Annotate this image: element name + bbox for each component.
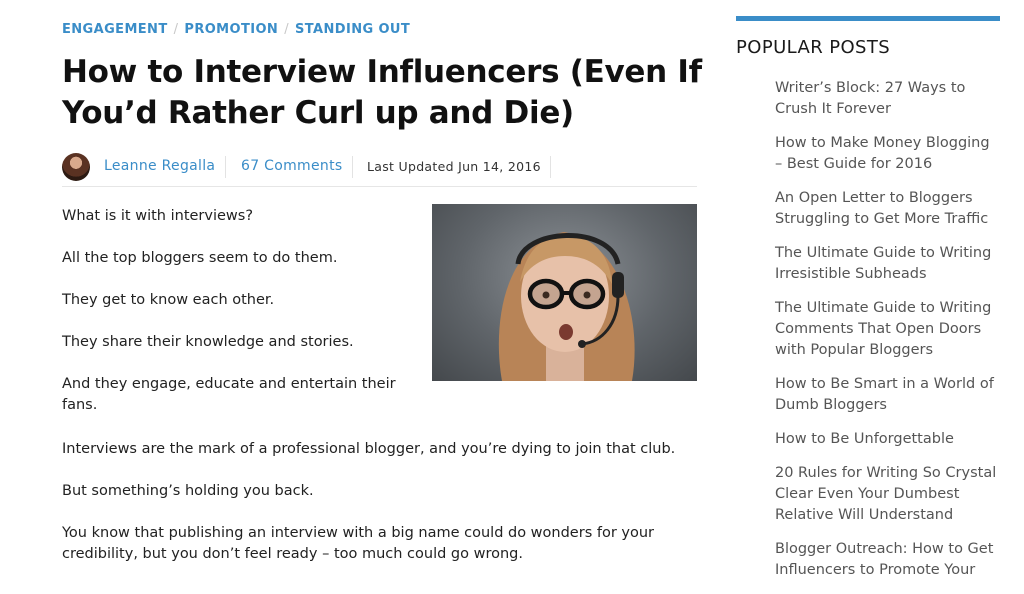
meta-divider: [550, 156, 551, 178]
article-paragraph: What is it with interviews?: [62, 208, 254, 224]
article-paragraph: All the top bloggers seem to do them.: [62, 250, 338, 266]
article-paragraph: You know that publishing an interview wi…: [62, 525, 655, 562]
popular-post-link[interactable]: How to Make Money Blogging – Best Guide …: [775, 133, 1001, 175]
popular-posts-list: Writer’s Block: 27 Ways to Crush It Fore…: [775, 78, 1001, 594]
popular-post-link[interactable]: The Ultimate Guide to Writing Irresistib…: [775, 243, 1001, 285]
popular-post-link[interactable]: 20 Rules for Writing So Crystal Clear Ev…: [775, 463, 1001, 526]
sidebar-accent-bar: [736, 16, 1000, 21]
breadcrumb: ENGAGEMENT / PROMOTION / STANDING OUT: [62, 22, 410, 37]
popular-post-link[interactable]: How to Be Unforgettable: [775, 429, 1001, 450]
article-paragraph: But something’s holding you back.: [62, 483, 314, 499]
breadcrumb-separator: /: [173, 22, 179, 37]
breadcrumb-separator: /: [284, 22, 289, 37]
popular-post-link[interactable]: How to Be Smart in a World of Dumb Blogg…: [775, 374, 1001, 416]
popular-post-link[interactable]: Writer’s Block: 27 Ways to Crush It Fore…: [775, 78, 1001, 120]
breadcrumb-promotion[interactable]: PROMOTION: [184, 22, 278, 37]
article-title: How to Interview Influencers (Even If Yo…: [62, 54, 702, 131]
popular-post-link[interactable]: The Ultimate Guide to Writing Comments T…: [775, 298, 1001, 361]
last-updated-date: Last Updated Jun 14, 2016: [367, 159, 541, 174]
article-meta: Leanne Regalla 67 Comments Last Updated …: [62, 150, 697, 187]
author-avatar[interactable]: [62, 153, 90, 181]
author-link[interactable]: Leanne Regalla: [104, 158, 215, 174]
breadcrumb-standing-out[interactable]: STANDING OUT: [295, 22, 410, 37]
comments-link[interactable]: 67 Comments: [241, 158, 342, 174]
breadcrumb-engagement[interactable]: ENGAGEMENT: [62, 22, 168, 37]
article-hero-image: [432, 204, 697, 381]
meta-divider: [225, 156, 226, 178]
popular-post-link[interactable]: An Open Letter to Bloggers Struggling to…: [775, 188, 1001, 230]
woman-with-headset-illustration: [498, 232, 635, 381]
popular-post-link[interactable]: Blogger Outreach: How to Get Influencers…: [775, 539, 1001, 581]
article-paragraph: And they engage, educate and entertain t…: [62, 376, 396, 413]
article-paragraph: They get to know each other.: [62, 292, 275, 308]
sidebar-title: POPULAR POSTS: [736, 37, 891, 58]
article-paragraph: They share their knowledge and stories.: [62, 334, 354, 350]
meta-divider: [352, 156, 353, 178]
article-paragraph: Interviews are the mark of a professiona…: [62, 441, 676, 457]
